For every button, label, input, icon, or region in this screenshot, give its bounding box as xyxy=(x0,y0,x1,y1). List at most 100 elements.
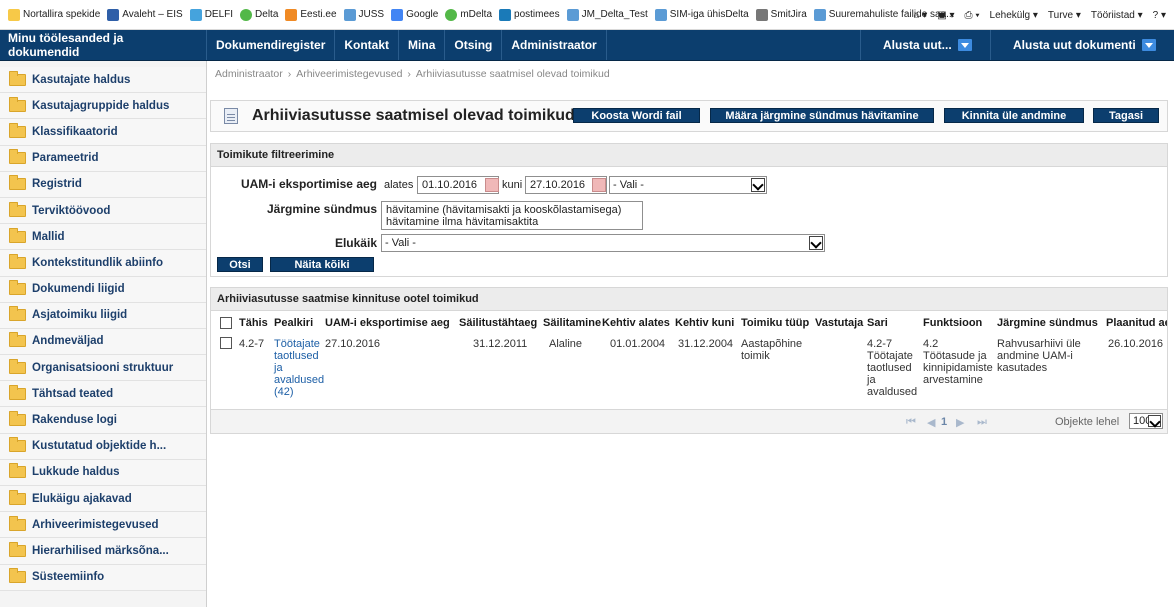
favorite-link[interactable]: JUSS xyxy=(343,8,384,21)
page-icon xyxy=(813,8,826,21)
col-header-kehtiv-alates[interactable]: Kehtiv alates xyxy=(602,317,670,329)
calendar-icon[interactable] xyxy=(485,178,499,192)
sidebar-item[interactable]: Registrid xyxy=(0,171,206,198)
search-button[interactable]: Otsi xyxy=(217,257,263,272)
sidebar-item[interactable]: Parameetrid xyxy=(0,145,206,172)
next-page-icon[interactable]: ▶ xyxy=(956,416,964,429)
row-next-event: Rahvusarhiivi üle andmine UAM-i kasutade… xyxy=(997,338,1081,374)
sidebar-item[interactable]: Kasutajagruppide haldus xyxy=(0,93,206,120)
row-file-type-line: toimik xyxy=(741,350,770,362)
sidebar-item[interactable]: Lukkude haldus xyxy=(0,459,206,486)
sidebar-item[interactable]: Andmeväljad xyxy=(0,328,206,356)
select-all-checkbox[interactable] xyxy=(220,317,232,329)
print-icon[interactable]: ⎙ ▾ xyxy=(965,10,980,21)
sidebar-item[interactable]: Kontekstitundlik abiinfo xyxy=(0,250,206,277)
row-function-line: 4.2 xyxy=(923,338,939,350)
favorite-link[interactable]: Delta xyxy=(240,8,278,21)
confirm-transfer-button[interactable]: Kinnita üle andmine xyxy=(944,108,1084,123)
sidebar-item[interactable]: Arhiveerimistegevused xyxy=(0,512,206,539)
col-header-vastutaja[interactable]: Vastutaja xyxy=(815,317,863,329)
sidebar-item[interactable]: Organisatsiooni struktuur xyxy=(0,355,206,382)
period-select[interactable]: - Vali - xyxy=(609,176,767,194)
row-checkbox[interactable] xyxy=(220,337,232,349)
next-event-listbox[interactable]: hävitamine (hävitamisakti ja kooskõlasta… xyxy=(381,201,643,230)
next-event-option[interactable]: hävitamine (hävitamisakti ja kooskõlasta… xyxy=(386,204,638,216)
sidebar-item[interactable]: Rakenduse logi xyxy=(0,407,206,434)
sidebar-item[interactable]: Kustutatud objektide h... xyxy=(0,433,206,460)
postimees-icon xyxy=(499,8,512,21)
feeds-icon[interactable]: ▣ ▾ xyxy=(937,10,954,21)
first-page-icon[interactable]: ⏮ xyxy=(906,416,916,429)
star-icon xyxy=(8,8,20,21)
favorite-link[interactable]: Eesti.ee xyxy=(285,8,337,21)
nav-document-register[interactable]: Dokumendiregister xyxy=(207,30,336,60)
nav-contact[interactable]: Kontakt xyxy=(335,30,400,60)
folder-icon xyxy=(9,70,26,86)
col-header-tahis[interactable]: Tähis xyxy=(239,317,268,329)
col-header-plaanitud-aeg[interactable]: Plaanitud aeg xyxy=(1106,317,1167,329)
sidebar-item[interactable]: Hierarhilised märksõna... xyxy=(0,538,206,565)
sidebar-item-label: Hierarhilised märksõna... xyxy=(32,544,169,557)
sidebar-item[interactable]: Kasutajate haldus xyxy=(0,67,206,94)
last-page-icon[interactable]: ⏭ xyxy=(977,416,987,429)
pager: ⏮ ◀ 1 ▶ ⏭ Objekte lehel 100 xyxy=(211,409,1167,433)
start-new-document-menu[interactable]: Alusta uut dokumenti xyxy=(990,30,1174,60)
col-header-kehtiv-kuni[interactable]: Kehtiv kuni xyxy=(675,317,734,329)
sidebar-item[interactable]: Tähtsad teated xyxy=(0,381,206,408)
favorite-link[interactable]: SIM-iga ühisDelta xyxy=(654,8,749,21)
col-header-pealkiri[interactable]: Pealkiri xyxy=(274,317,313,329)
favorite-link[interactable]: SmitJira xyxy=(755,8,807,21)
favorite-link[interactable]: JM_Delta_Test xyxy=(566,8,648,21)
start-new-menu[interactable]: Alusta uut... xyxy=(860,30,990,60)
next-event-option[interactable]: hävitamine ilma hävitamisaktita xyxy=(386,216,638,228)
help-icon[interactable]: ? ▾ xyxy=(1153,10,1166,21)
favorite-link[interactable]: DELFI xyxy=(189,8,233,21)
sidebar-item[interactable]: Asjatoimiku liigid xyxy=(0,302,206,329)
breadcrumb-item[interactable]: Arhiveerimistegevused xyxy=(296,68,402,80)
row-title-link[interactable]: Töötajate taotlused ja avaldused (42) xyxy=(274,338,324,398)
col-header-funktsioon[interactable]: Funktsioon xyxy=(923,317,982,329)
tools-menu[interactable]: Tööriistad ▾ xyxy=(1091,10,1143,21)
per-page-select[interactable]: 100 xyxy=(1129,413,1163,429)
row-planned-time: 26.10.2016 xyxy=(1108,338,1164,350)
show-all-button[interactable]: Näita kõiki xyxy=(270,257,374,272)
row-function: 4.2 Töötasude ja kinnipidamiste arvestam… xyxy=(923,338,993,386)
prev-page-icon[interactable]: ◀ xyxy=(927,416,935,429)
sidebar-item[interactable]: Mallid xyxy=(0,224,206,251)
favorite-link[interactable]: postimees xyxy=(499,8,560,21)
favorite-link[interactable]: Nortallira spekide xyxy=(8,8,100,21)
nav-search[interactable]: Otsing xyxy=(445,30,503,60)
chevron-down-icon xyxy=(1148,415,1161,427)
col-header-toimiku-tyyp[interactable]: Toimiku tüüp xyxy=(741,317,809,329)
back-button[interactable]: Tagasi xyxy=(1093,108,1159,123)
sidebar-item[interactable]: Elukäigu ajakavad xyxy=(0,486,206,513)
nav-administrator[interactable]: Administraator xyxy=(502,30,607,60)
sidebar-item-label: Asjatoimiku liigid xyxy=(32,309,128,322)
row-series-line: taotlused xyxy=(867,362,912,374)
breadcrumb-item[interactable]: Administraator xyxy=(215,68,283,80)
row-retention-deadline: 31.12.2011 xyxy=(473,338,528,350)
safety-menu[interactable]: Turve ▾ xyxy=(1048,10,1081,21)
create-word-file-button[interactable]: Koosta Wordi fail xyxy=(573,108,700,123)
breadcrumb: Administraator › Arhiveerimistegevused › Arh… xyxy=(215,68,610,80)
home-icon[interactable]: ⌂ ▾ xyxy=(913,10,927,21)
favorite-link[interactable]: Google xyxy=(391,8,438,21)
col-header-jargmine-syndmus[interactable]: Järgmine sündmus xyxy=(997,317,1098,329)
favorite-link[interactable]: Avaleht – EIS xyxy=(107,8,183,21)
sidebar-item[interactable]: Terviktöövood xyxy=(0,197,206,225)
nav-me[interactable]: Mina xyxy=(399,30,446,60)
lifecycle-select[interactable]: - Vali - xyxy=(381,234,825,252)
calendar-icon[interactable] xyxy=(592,178,606,192)
sidebar-item[interactable]: Dokumendi liigid xyxy=(0,276,206,303)
col-header-sari[interactable]: Sari xyxy=(867,317,888,329)
sidebar-item[interactable]: Klassifikaatorid xyxy=(0,119,206,146)
col-header-sailitustahtaeg[interactable]: Säilitustähtaeg xyxy=(459,317,537,329)
page-menu[interactable]: Lehekülg ▾ xyxy=(990,10,1038,21)
set-next-event-destroy-button[interactable]: Määra järgmine sündmus hävitamine xyxy=(710,108,934,123)
col-header-eksport[interactable]: UAM-i eksportimise aeg xyxy=(325,317,450,329)
col-header-sailitamine[interactable]: Säilitamine xyxy=(543,317,601,329)
nav-my-tasks[interactable]: Minu töölesanded ja dokumendid xyxy=(0,30,207,60)
favorite-link[interactable]: mDelta xyxy=(445,8,492,21)
sidebar-item-label: Elukäigu ajakavad xyxy=(32,492,132,505)
sidebar-item[interactable]: Süsteemiinfo xyxy=(0,564,206,591)
